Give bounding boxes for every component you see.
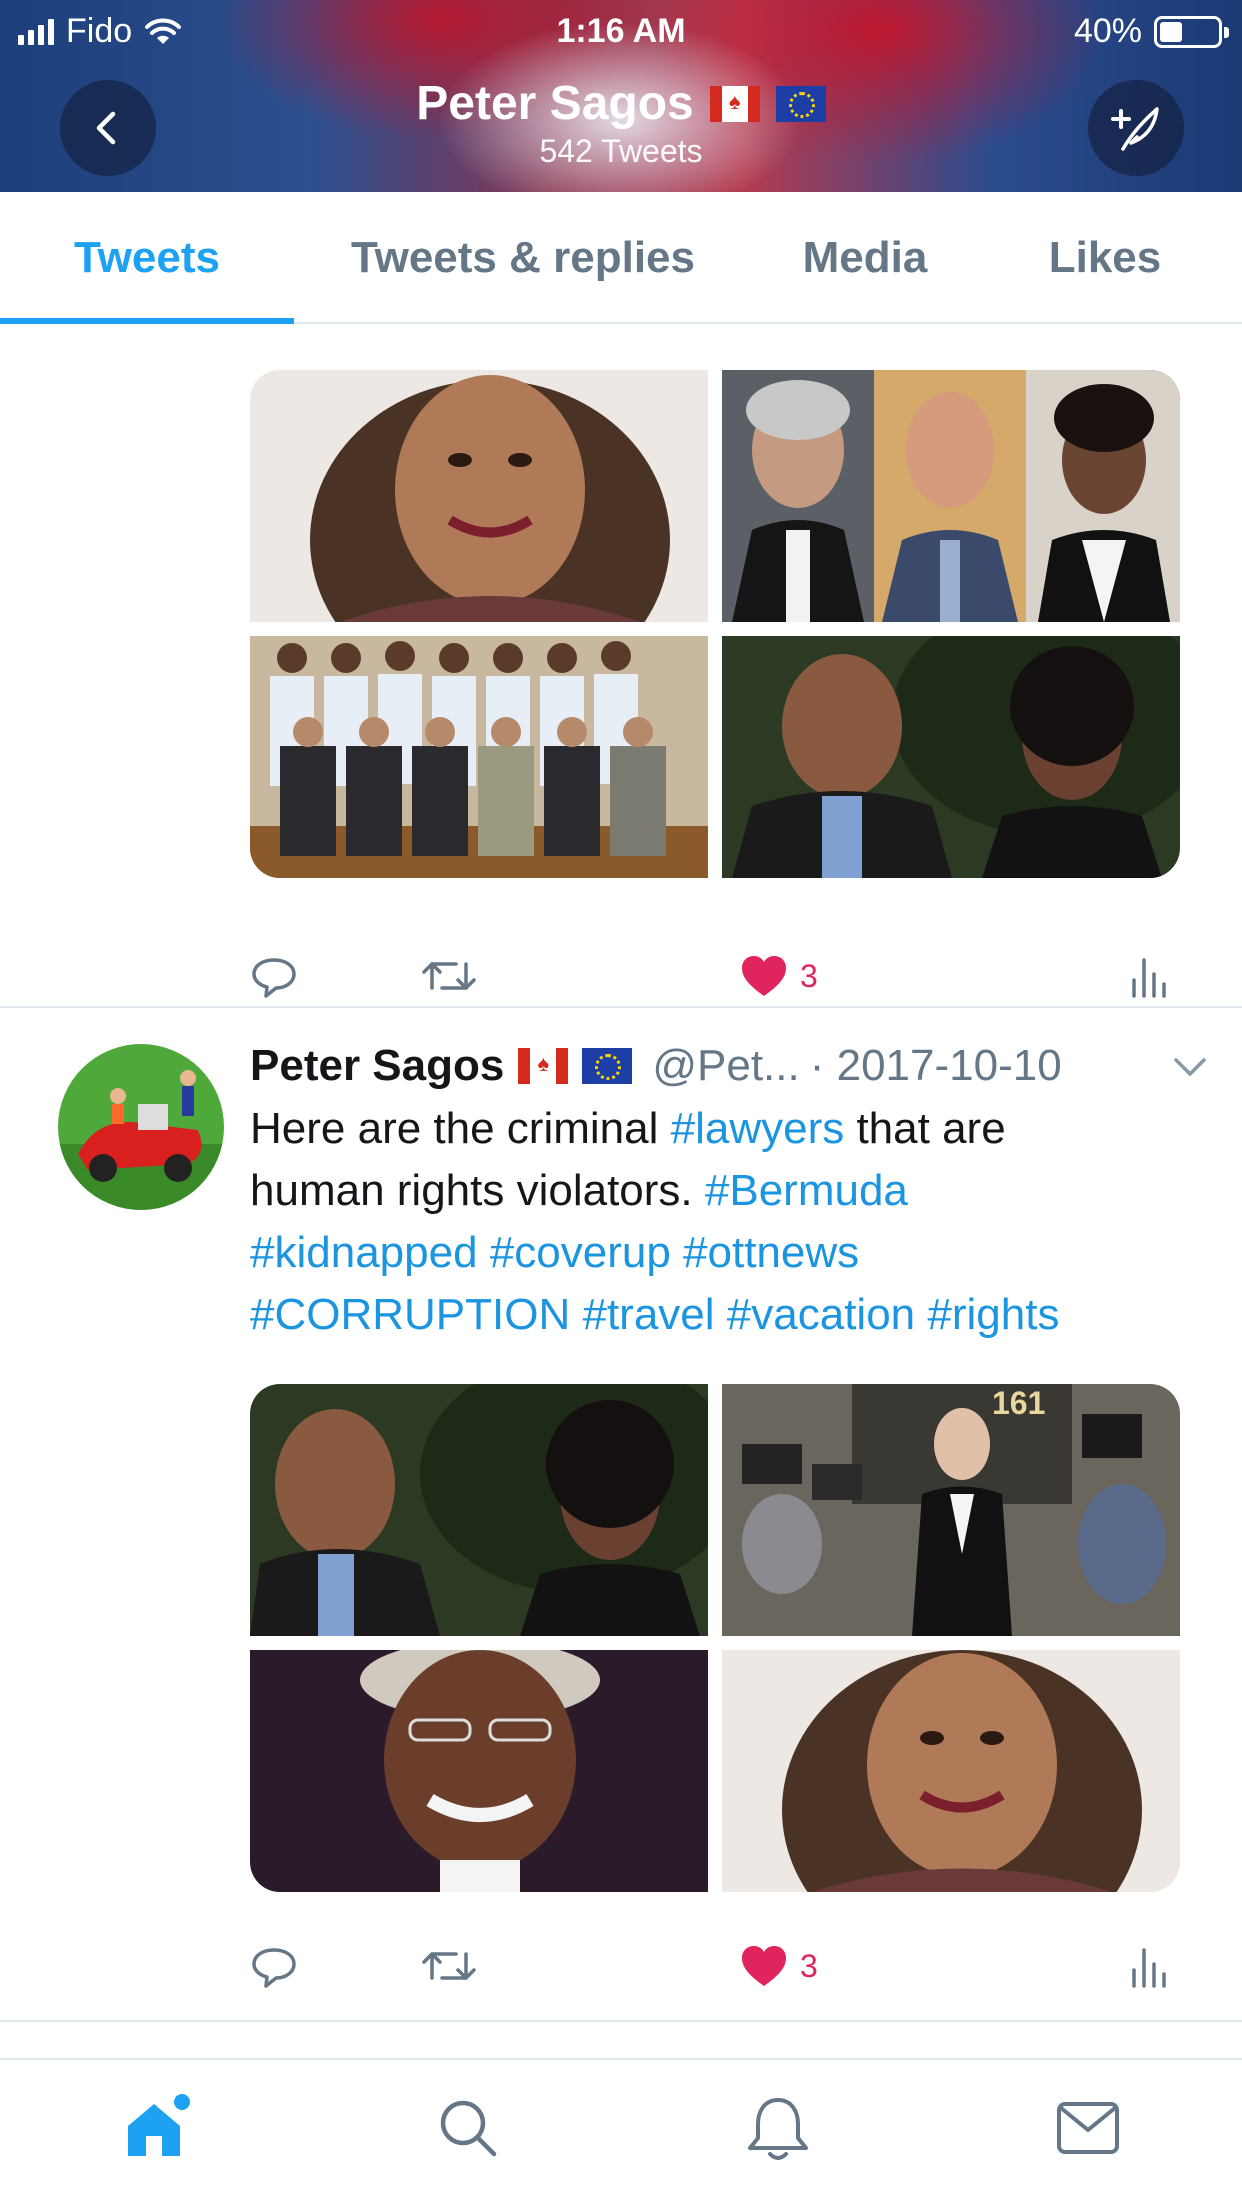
chevron-down-icon[interactable] [1170, 1050, 1210, 1082]
tweet-actions: 3 [250, 1936, 1180, 1996]
hashtag-bermuda[interactable]: #Bermuda [705, 1166, 908, 1215]
heart-icon [742, 1946, 786, 1986]
tweet-author-name-text: Peter Sagos [250, 1041, 505, 1090]
notifications-tab[interactable] [738, 2088, 818, 2168]
like-button[interactable]: 3 [740, 1936, 818, 1996]
tweet-divider [0, 1006, 1242, 1008]
tweet-header [250, 736, 1210, 796]
search-icon [440, 2100, 497, 2157]
tweet-text-fragment: human rights violators. [250, 1166, 705, 1215]
three-barristers-photo[interactable] [722, 370, 1180, 622]
tweet-count: 542 Tweets [539, 133, 703, 169]
reply-icon [252, 958, 296, 998]
hashtag-corruption[interactable]: #CORRUPTION [250, 1290, 570, 1339]
tweet-text-fragment: Here are the criminal [250, 1104, 671, 1153]
woman-smiling-photo[interactable] [722, 1650, 1180, 1892]
heart-icon [742, 956, 786, 996]
tweet-photo-grid [250, 370, 1180, 878]
profile-header: Fido 1:16 AM 40% Peter Sagos 542 Tweets [0, 0, 1242, 192]
like-button[interactable]: 3 [740, 946, 818, 1006]
analytics-button[interactable] [1130, 946, 1166, 1006]
compose-tweet-icon [1111, 107, 1159, 151]
eu-flag-icon [775, 85, 826, 122]
canada-flag-icon [709, 85, 760, 122]
tweet-text-line-1: Here are the criminal #lawyers that are [250, 1098, 1200, 1160]
bottom-tab-bar [0, 2058, 1242, 2208]
retweet-button[interactable] [420, 946, 478, 1006]
like-count: 3 [800, 957, 818, 994]
header-title: Peter Sagos 542 Tweets [0, 76, 1242, 170]
battery-fill [1160, 21, 1183, 42]
battery-icon [1154, 15, 1229, 48]
judge-in-wig-photo[interactable] [250, 1650, 708, 1892]
hashtag-ottnews[interactable]: #ottnews [683, 1228, 859, 1277]
avatar[interactable] [58, 1044, 224, 1210]
tab-media[interactable]: Media [760, 192, 970, 324]
tweet-photo-grid: 161 [250, 1384, 1180, 1892]
tweet-text-line-2: human rights violators. #Bermuda [250, 1160, 1200, 1222]
tweet-author-name[interactable]: Peter Sagos [250, 1041, 633, 1091]
reply-button[interactable] [250, 946, 298, 1006]
tweet-divider [0, 2020, 1242, 2022]
building-number: 161 [992, 1385, 1045, 1421]
tab-likes[interactable]: Likes [1010, 192, 1200, 324]
canada-flag-icon [518, 1048, 569, 1084]
analytics-button[interactable] [1130, 1936, 1166, 1996]
status-time: 1:16 AM [556, 12, 686, 50]
battery-percent: 40% [1073, 12, 1142, 50]
tweet-header: Peter Sagos @Pet... · 2017-10-10 [250, 1036, 1210, 1096]
status-right: 40% [1073, 12, 1229, 51]
profile-tabs: Tweets Tweets & replies Media Likes [0, 192, 1242, 324]
profile-name-text: Peter Sagos [416, 77, 694, 130]
retweet-icon [422, 1952, 476, 1980]
retweet-icon [422, 962, 476, 990]
tweet-text-fragment: that are [844, 1104, 1006, 1153]
profile-name: Peter Sagos [416, 76, 826, 131]
tab-tweets-and-replies[interactable]: Tweets & replies [318, 192, 728, 324]
woman-smiling-photo[interactable] [250, 370, 708, 622]
hashtag-coverup[interactable]: #coverup [490, 1228, 671, 1277]
analytics-icon [1132, 958, 1166, 998]
active-tab-indicator [0, 318, 294, 324]
tweet-text-line-4: #CORRUPTION #travel #vacation #rights [250, 1284, 1200, 1346]
reply-button[interactable] [250, 1936, 298, 1996]
barrister-with-press-photo[interactable]: 161 [722, 1384, 1180, 1636]
messages-icon [1057, 2102, 1119, 2154]
search-tab[interactable] [428, 2088, 508, 2168]
tweet-text-line-3: #kidnapped #coverup #ottnews [250, 1222, 1200, 1284]
man-and-woman-photo[interactable] [250, 1384, 708, 1636]
tweet-date[interactable]: · 2017-10-10 [810, 1041, 1062, 1091]
home-icon [128, 2094, 190, 2156]
hashtag-rights[interactable]: #rights [927, 1290, 1059, 1339]
status-bar: Fido 1:16 AM 40% [0, 0, 1242, 62]
tweet-text: Here are the criminal #lawyers that are … [250, 1098, 1200, 1346]
messages-tab[interactable] [1048, 2088, 1128, 2168]
analytics-icon [1132, 1948, 1166, 1988]
notifications-icon [748, 2098, 808, 2160]
tweet-author-handle[interactable]: @Pet... [652, 1041, 799, 1091]
tab-tweets[interactable]: Tweets [0, 192, 294, 324]
retweet-button[interactable] [420, 1936, 478, 1996]
tweet-actions: 3 [250, 946, 1180, 1006]
eu-flag-icon [582, 1048, 633, 1084]
home-tab[interactable] [116, 2088, 196, 2168]
reply-icon [252, 1948, 296, 1988]
hashtag-kidnapped[interactable]: #kidnapped [250, 1228, 478, 1277]
like-count: 3 [800, 1947, 818, 1984]
hashtag-travel[interactable]: #travel [582, 1290, 714, 1339]
hashtag-lawyers[interactable]: #lawyers [671, 1104, 845, 1153]
compose-tweet-button[interactable] [1088, 80, 1184, 176]
hashtag-vacation[interactable]: #vacation [727, 1290, 915, 1339]
